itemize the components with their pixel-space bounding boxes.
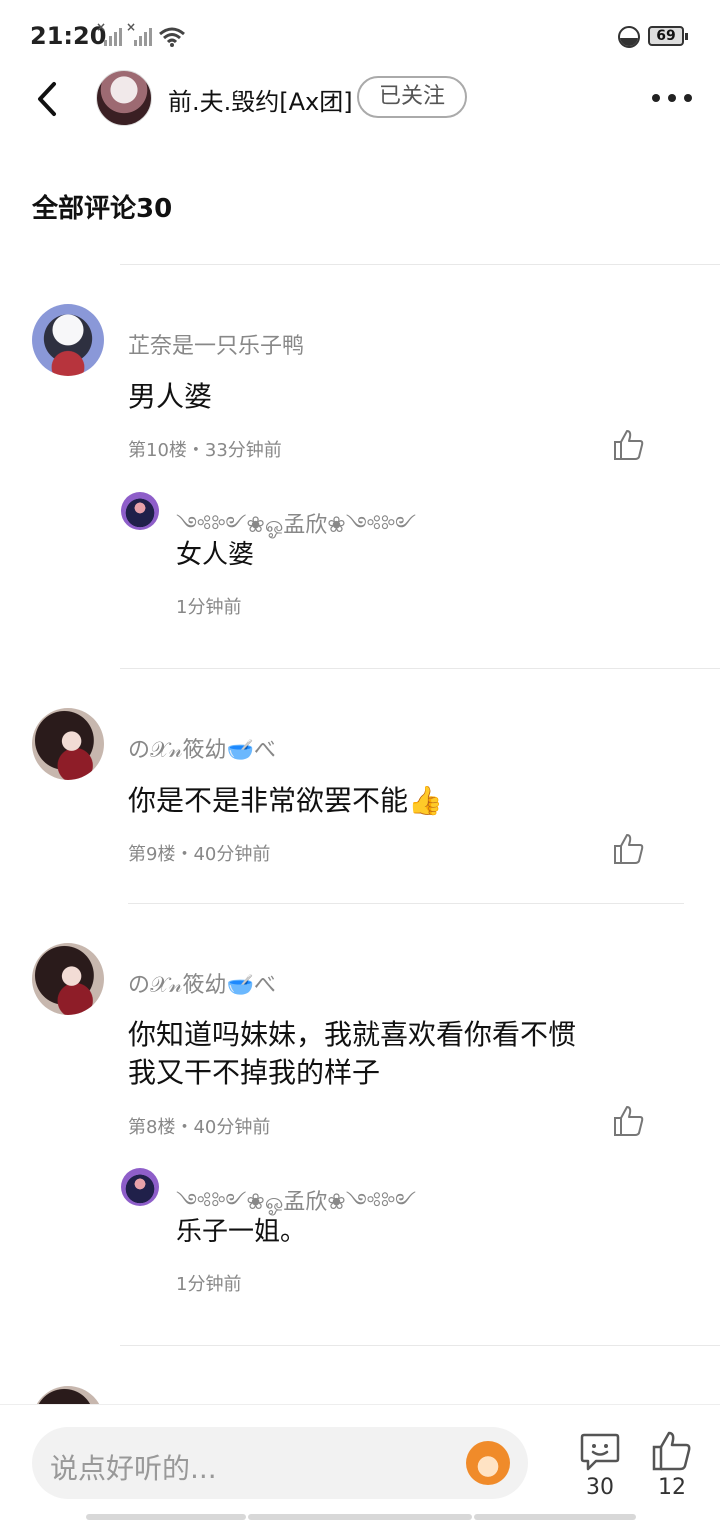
comment-text-line2: 我又干不掉我的样子	[128, 1056, 381, 1089]
home-indicator	[86, 1514, 246, 1520]
reply-text: 乐子一姐。	[176, 1217, 307, 1247]
like-count: 12	[658, 1475, 686, 1500]
signal-icon-1: ×	[96, 20, 124, 46]
thumbs-up-icon[interactable]	[612, 1104, 646, 1138]
reply-text: 女人婆	[176, 540, 255, 570]
divider	[120, 1345, 720, 1346]
comment-text-line1: 你知道吗妹妹，我就喜欢看你看不惯	[128, 1018, 577, 1051]
avatar[interactable]	[32, 943, 104, 1015]
page-title: 前.夫.毁约[Ax团]	[168, 88, 353, 116]
comment-text: 男人婆	[128, 380, 213, 413]
avatar[interactable]	[121, 492, 159, 530]
reply-meta: 1分钟前	[176, 1274, 242, 1295]
comment-text: 你是不是非常欲罢不能👍	[128, 784, 443, 817]
battery-icon: 69	[648, 26, 688, 46]
monkey-emoji-icon[interactable]	[466, 1441, 510, 1485]
follow-button[interactable]: 已关注	[357, 76, 467, 118]
avatar[interactable]	[32, 304, 104, 376]
thumbs-up-icon[interactable]	[650, 1429, 694, 1473]
comment-bubble-icon[interactable]	[578, 1429, 622, 1473]
header: 前.夫.毁约[Ax团] 已关注	[0, 64, 720, 134]
comment-username[interactable]: の𝒳𝓃筱幼🥣べ	[128, 967, 276, 999]
comment-meta: 第9楼・40分钟前	[128, 844, 271, 865]
status-time: 21:20	[30, 22, 107, 50]
reply-meta: 1分钟前	[176, 597, 242, 618]
comment-meta: 第10楼・33分钟前	[128, 440, 282, 461]
avatar[interactable]	[121, 1168, 159, 1206]
divider	[120, 668, 720, 669]
comment-meta: 第8楼・40分钟前	[128, 1117, 271, 1138]
comment-input-placeholder: 说点好听的...	[50, 1452, 217, 1485]
avatar[interactable]	[96, 70, 152, 126]
bottom-bar: 说点好听的... 30 12	[0, 1404, 720, 1521]
section-title: 全部评论30	[32, 194, 173, 224]
divider	[120, 264, 720, 265]
comment-username[interactable]: の𝒳𝓃筱幼🥣べ	[128, 732, 276, 764]
comment-input[interactable]: 说点好听的...	[32, 1427, 528, 1499]
thumbs-up-icon[interactable]	[612, 832, 646, 866]
signal-icon-2: ×	[126, 20, 154, 46]
comment-count: 30	[586, 1475, 614, 1500]
avatar[interactable]	[32, 708, 104, 780]
home-indicator	[248, 1514, 472, 1520]
chevron-left-icon[interactable]	[28, 76, 68, 122]
more-icon[interactable]	[648, 86, 696, 110]
thumbs-up-icon[interactable]	[612, 428, 646, 462]
status-bar: 21:20 × × 69	[0, 0, 720, 72]
divider	[128, 903, 684, 904]
comment-username[interactable]: 芷奈是一只乐子鸭	[128, 328, 304, 360]
moon-icon	[618, 26, 640, 48]
home-indicator	[474, 1514, 636, 1520]
wifi-icon	[159, 27, 185, 47]
